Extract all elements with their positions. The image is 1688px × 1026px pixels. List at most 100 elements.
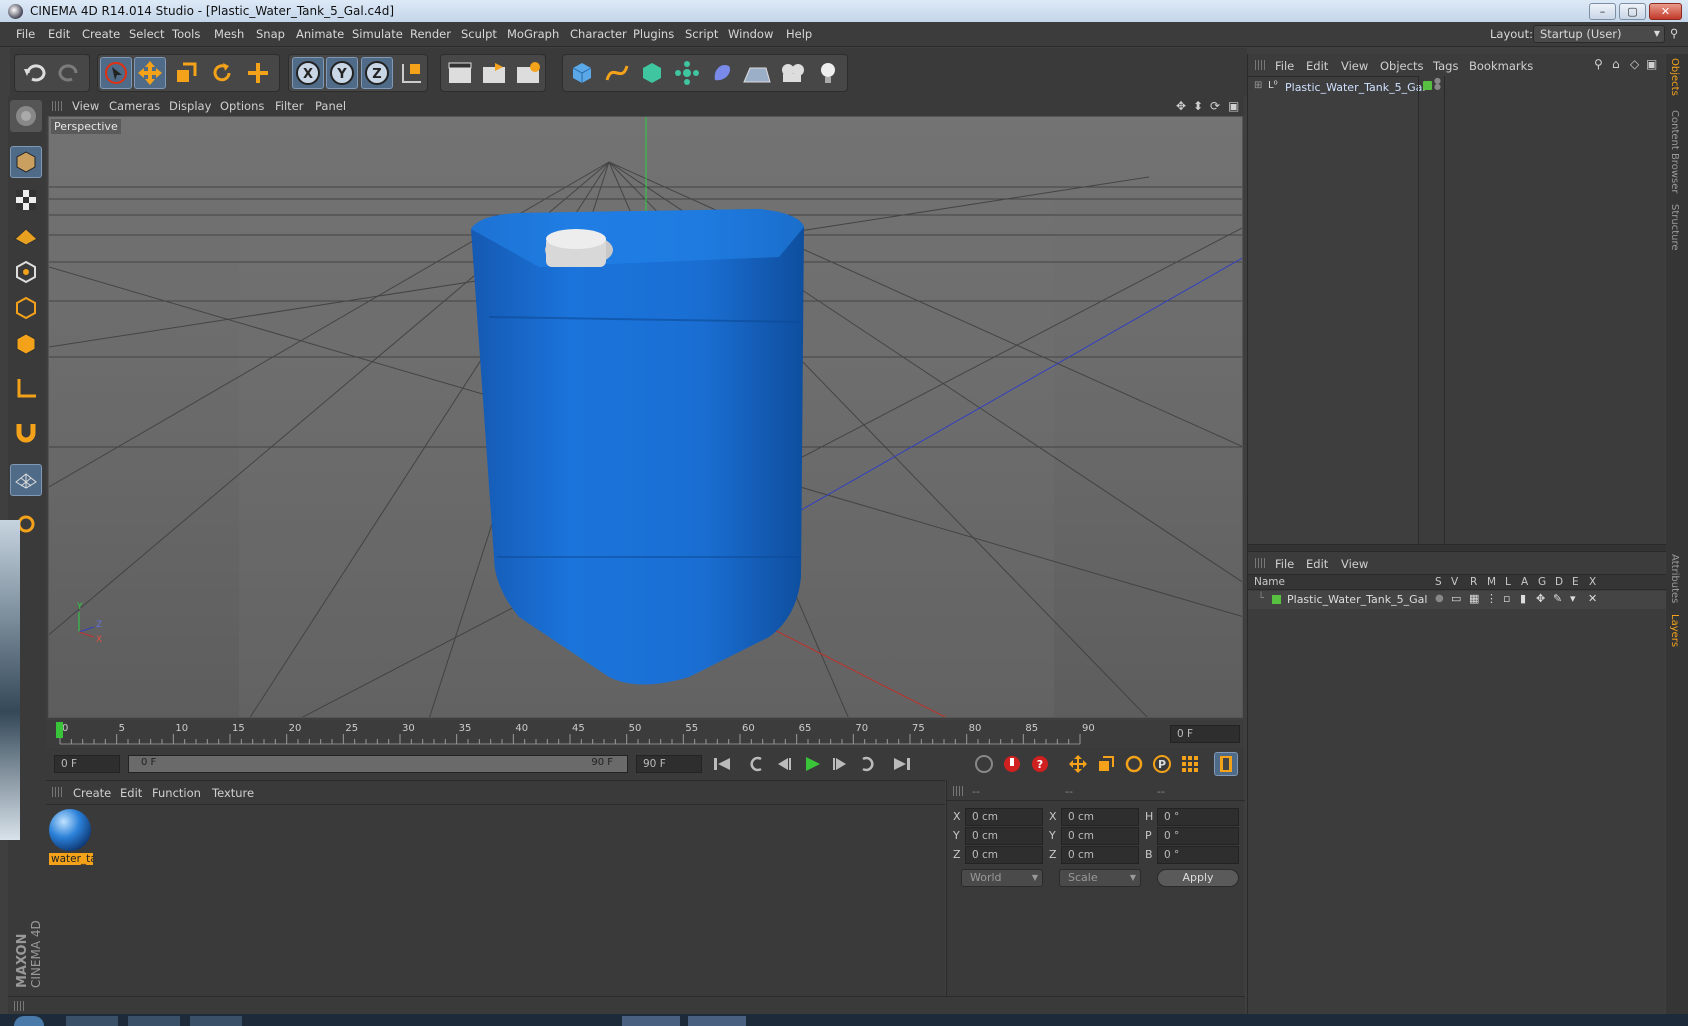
expressions-icon[interactable]: ▾ [1570, 592, 1576, 605]
expand-icon[interactable]: ⊞ [1254, 80, 1262, 91]
x-axis-lock-icon[interactable]: X [292, 57, 324, 89]
size-x-field[interactable]: 0 cm [1061, 808, 1139, 826]
viewport-menu-cameras[interactable]: Cameras [109, 99, 160, 113]
material-menu-edit[interactable]: Edit [120, 786, 142, 800]
layer-name[interactable]: Plastic_Water_Tank_5_Gal [1287, 593, 1427, 606]
panel-splitter[interactable] [1248, 544, 1666, 552]
tab-structure[interactable]: Structure [1669, 204, 1680, 251]
xref-icon[interactable]: ✕ [1588, 592, 1597, 605]
menu-animate[interactable]: Animate [296, 27, 344, 41]
timeline-ruler[interactable]: 0 5 10 15 20 25 30 35 40 45 50 55 60 65 70 75 80 85 90 0 F [46, 720, 1244, 748]
next-frame-icon[interactable] [828, 752, 852, 776]
goto-end-icon[interactable] [890, 752, 914, 776]
make-editable-icon[interactable] [10, 100, 42, 132]
menu-sculpt[interactable]: Sculpt [461, 27, 497, 41]
layer-col-d[interactable]: D [1555, 576, 1563, 588]
layer-row[interactable]: └ Plastic_Water_Tank_5_Gal ● ▭ ▦ ⋮ ▫ ▮ ✥… [1248, 591, 1666, 609]
layer-color-dot[interactable] [1423, 81, 1432, 90]
menu-script[interactable]: Script [685, 27, 718, 41]
max-frame-field[interactable]: 90 F [636, 755, 702, 773]
panel-handle-icon[interactable] [52, 787, 62, 797]
objects-menu-tags[interactable]: Tags [1433, 59, 1458, 73]
panel-handle-icon[interactable] [1255, 60, 1265, 70]
menu-mesh[interactable]: Mesh [214, 27, 244, 41]
goto-start-icon[interactable] [710, 752, 734, 776]
tab-attributes[interactable]: Attributes [1669, 554, 1680, 603]
material-menu-create[interactable]: Create [73, 786, 111, 800]
menu-file[interactable]: File [16, 27, 35, 41]
material-menu-function[interactable]: Function [152, 786, 201, 800]
objects-menu-objects[interactable]: Objects [1380, 59, 1423, 73]
layer-col-g[interactable]: G [1538, 576, 1546, 588]
light-icon[interactable] [812, 57, 844, 89]
axis-mode-icon[interactable] [10, 372, 42, 404]
viewport-menu-options[interactable]: Options [220, 99, 264, 113]
panel-handle-icon[interactable] [953, 786, 963, 796]
render-icon[interactable]: ▦ [1469, 592, 1479, 605]
render-picture-viewer-icon[interactable] [478, 57, 510, 89]
y-axis-lock-icon[interactable]: Y [326, 57, 358, 89]
layer-col-r[interactable]: R [1470, 576, 1477, 588]
array-icon[interactable] [671, 57, 703, 89]
layer-color-swatch[interactable] [1272, 595, 1281, 604]
menu-window[interactable]: Window [728, 27, 773, 41]
layout-dropdown[interactable]: Startup (User) ▼ [1533, 25, 1665, 43]
taskbar-app[interactable] [128, 1016, 180, 1026]
layer-col-s[interactable]: S [1435, 576, 1442, 588]
new-window-icon[interactable]: ▣ [1646, 57, 1657, 71]
previous-key-icon[interactable] [745, 752, 769, 776]
tab-objects[interactable]: Objects [1669, 58, 1680, 96]
layer-col-a[interactable]: A [1521, 576, 1528, 588]
position-key-icon[interactable] [1066, 752, 1090, 776]
lock-layer-icon[interactable]: ▫ [1503, 592, 1510, 605]
keyframe-selection-icon[interactable]: ? [1028, 752, 1052, 776]
close-button[interactable]: ✕ [1649, 3, 1682, 20]
generators-icon[interactable]: ✥ [1536, 592, 1545, 605]
solo-icon[interactable]: ● [1435, 593, 1444, 604]
frame-range-slider[interactable]: 0 F 90 F [128, 755, 628, 773]
objects-menu-bookmarks[interactable]: Bookmarks [1469, 59, 1533, 73]
taskbar-app[interactable] [66, 1016, 118, 1026]
layers-menu-view[interactable]: View [1341, 557, 1368, 571]
object-row[interactable]: ⊞ L⁰ Plastic_Water_Tank_5_Gal [1248, 77, 1666, 97]
viewport-menu-filter[interactable]: Filter [275, 99, 303, 113]
coordinate-space-dropdown[interactable]: World ▼ [961, 869, 1043, 887]
undo-icon[interactable] [18, 57, 50, 89]
minimize-button[interactable]: – [1589, 3, 1616, 20]
move-view-icon[interactable]: ✥ [1176, 99, 1186, 113]
previous-frame-icon[interactable] [772, 752, 796, 776]
size-mode-dropdown[interactable]: Scale ▼ [1059, 869, 1141, 887]
layers-menu-file[interactable]: File [1275, 557, 1294, 571]
layer-col-v[interactable]: V [1451, 576, 1458, 588]
play-icon[interactable] [800, 752, 824, 776]
rotation-b-field[interactable]: 0 ° [1157, 846, 1239, 864]
objects-menu-view[interactable]: View [1341, 59, 1368, 73]
polygons-mode-icon[interactable] [10, 328, 42, 360]
size-z-field[interactable]: 0 cm [1061, 846, 1139, 864]
autokey-icon[interactable] [1000, 752, 1024, 776]
view-eye-icon[interactable]: ▭ [1451, 592, 1461, 605]
menu-render[interactable]: Render [410, 27, 451, 41]
model-mode-icon[interactable] [10, 146, 42, 178]
cube-icon[interactable] [566, 57, 598, 89]
menu-create[interactable]: Create [82, 27, 120, 41]
objects-menu-file[interactable]: File [1275, 59, 1294, 73]
layer-col-l[interactable]: L [1505, 576, 1511, 588]
grid-snap-icon[interactable] [10, 464, 42, 496]
scale-key-icon[interactable] [1094, 752, 1118, 776]
point-level-key-icon[interactable] [1178, 752, 1202, 776]
taskbar-app[interactable] [688, 1016, 746, 1026]
visibility-dots-icon[interactable]: ● ● [1434, 77, 1441, 91]
z-axis-lock-icon[interactable]: Z [361, 57, 393, 89]
apply-button[interactable]: Apply [1157, 869, 1239, 887]
panel-handle-icon[interactable] [52, 101, 62, 111]
search-icon[interactable]: ⚲ [1670, 26, 1678, 40]
start-button[interactable] [14, 1016, 44, 1026]
layer-col-m[interactable]: M [1487, 576, 1496, 588]
layer-col-x[interactable]: X [1589, 576, 1596, 588]
material-menu-texture[interactable]: Texture [212, 786, 254, 800]
menu-help[interactable]: Help [786, 27, 812, 41]
rotation-p-field[interactable]: 0 ° [1157, 827, 1239, 845]
nurbs-icon[interactable] [636, 57, 668, 89]
scale-icon[interactable] [170, 57, 202, 89]
